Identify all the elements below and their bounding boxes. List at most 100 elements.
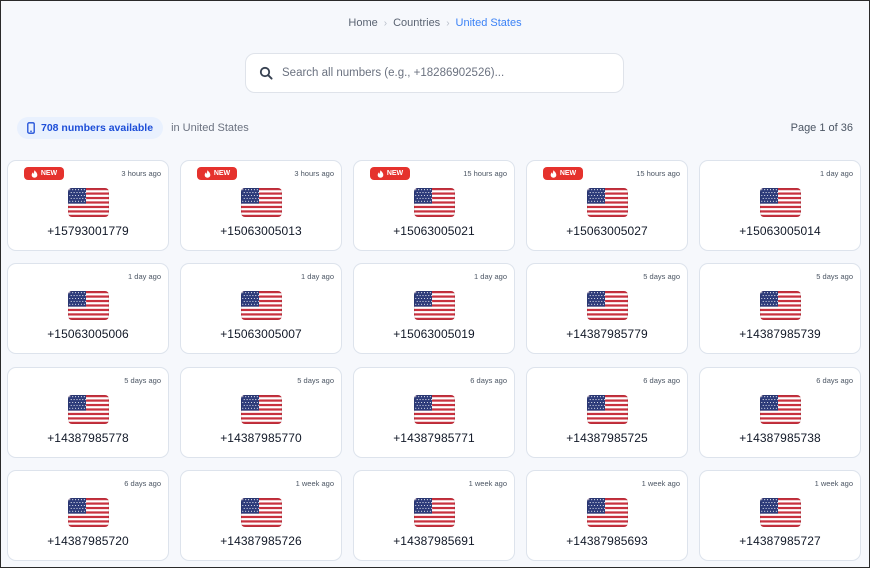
breadcrumb: Home › Countries › United States	[1, 17, 869, 29]
card-timestamp: 3 hours ago	[121, 169, 161, 178]
chevron-right-icon: ›	[383, 17, 388, 29]
phone-number: +15063005007	[220, 327, 302, 341]
card-timestamp: 5 days ago	[816, 272, 853, 281]
phone-number: +15063005006	[47, 327, 129, 341]
phone-number: +14387985726	[220, 534, 302, 548]
number-card[interactable]: 6 days ago +14387985720	[7, 470, 169, 561]
us-flag-icon	[760, 395, 801, 424]
phone-number: +14387985778	[47, 431, 129, 445]
breadcrumb-countries[interactable]: Countries	[393, 17, 440, 29]
phone-number: +15063005021	[393, 224, 475, 238]
us-flag-icon	[241, 188, 282, 217]
number-card[interactable]: 1 week ago +14387985727	[699, 470, 861, 561]
card-timestamp: 3 hours ago	[294, 169, 334, 178]
card-timestamp: 5 days ago	[643, 272, 680, 281]
card-timestamp: 6 days ago	[816, 376, 853, 385]
us-flag-icon	[68, 395, 109, 424]
number-card[interactable]: 6 days ago +14387985738	[699, 367, 861, 458]
card-timestamp: 6 days ago	[124, 479, 161, 488]
card-timestamp: 5 days ago	[297, 376, 334, 385]
number-card[interactable]: 1 day ago +15063005014	[699, 160, 861, 251]
card-timestamp: 1 day ago	[474, 272, 507, 281]
number-card[interactable]: 1 day ago +15063005007	[180, 263, 342, 354]
new-badge: NEW	[543, 167, 583, 180]
new-badge-label: NEW	[559, 170, 577, 177]
us-flag-icon	[587, 498, 628, 527]
us-flag-icon	[68, 291, 109, 320]
card-timestamp: 1 week ago	[641, 479, 680, 488]
new-badge-label: NEW	[213, 170, 231, 177]
phone-number: +14387985770	[220, 431, 302, 445]
search-icon	[259, 66, 273, 80]
numbers-count-badge: 708 numbers available	[17, 117, 164, 139]
number-card[interactable]: 5 days ago +14387985778	[7, 367, 169, 458]
fire-icon	[377, 169, 384, 178]
number-card[interactable]: 5 days ago +14387985739	[699, 263, 861, 354]
new-badge-label: NEW	[40, 170, 58, 177]
phone-icon	[27, 122, 35, 134]
phone-number: +15793001779	[47, 224, 129, 238]
phone-number: +15063005027	[566, 224, 648, 238]
number-card[interactable]: NEW 15 hours ago +15063005027	[526, 160, 688, 251]
number-card[interactable]: 6 days ago +14387985771	[353, 367, 515, 458]
number-card[interactable]: NEW 3 hours ago +15793001779	[7, 160, 169, 251]
us-flag-icon	[241, 498, 282, 527]
us-flag-icon	[587, 291, 628, 320]
phone-number: +14387985720	[47, 534, 129, 548]
fire-icon	[31, 169, 38, 178]
search-input[interactable]	[280, 66, 623, 80]
us-flag-icon	[68, 188, 109, 217]
card-timestamp: 1 week ago	[468, 479, 507, 488]
card-timestamp: 1 day ago	[128, 272, 161, 281]
card-timestamp: 6 days ago	[470, 376, 507, 385]
card-timestamp: 1 week ago	[295, 479, 334, 488]
us-flag-icon	[414, 395, 455, 424]
us-flag-icon	[241, 291, 282, 320]
number-card[interactable]: NEW 15 hours ago +15063005021	[353, 160, 515, 251]
number-card[interactable]: NEW 3 hours ago +15063005013	[180, 160, 342, 251]
search-box[interactable]	[245, 53, 624, 93]
phone-number: +15063005014	[739, 224, 821, 238]
us-flag-icon	[760, 498, 801, 527]
number-card[interactable]: 5 days ago +14387985779	[526, 263, 688, 354]
page-frame: Home › Countries › United States 708 numbers…	[0, 0, 870, 568]
number-card[interactable]: 5 days ago +14387985770	[180, 367, 342, 458]
phone-number: +14387985693	[566, 534, 648, 548]
card-timestamp: 15 hours ago	[636, 169, 680, 178]
card-timestamp: 1 week ago	[814, 479, 853, 488]
card-timestamp: 6 days ago	[643, 376, 680, 385]
numbers-count-label: 708 numbers available	[41, 122, 154, 134]
results-summary: 708 numbers available in United States P…	[17, 117, 853, 139]
phone-number: +14387985739	[739, 327, 821, 341]
breadcrumb-home[interactable]: Home	[348, 17, 377, 29]
card-timestamp: 1 day ago	[301, 272, 334, 281]
phone-number: +14387985771	[393, 431, 475, 445]
us-flag-icon	[760, 291, 801, 320]
phone-number: +14387985691	[393, 534, 475, 548]
us-flag-icon	[414, 498, 455, 527]
us-flag-icon	[587, 188, 628, 217]
phone-number: +14387985779	[566, 327, 648, 341]
number-card[interactable]: 6 days ago +14387985725	[526, 367, 688, 458]
card-timestamp: 5 days ago	[124, 376, 161, 385]
us-flag-icon	[760, 188, 801, 217]
new-badge: NEW	[24, 167, 64, 180]
number-card[interactable]: 1 week ago +14387985691	[353, 470, 515, 561]
number-card[interactable]: 1 week ago +14387985726	[180, 470, 342, 561]
number-card[interactable]: 1 day ago +15063005006	[7, 263, 169, 354]
new-badge: NEW	[197, 167, 237, 180]
new-badge-label: NEW	[386, 170, 404, 177]
us-flag-icon	[68, 498, 109, 527]
phone-number: +14387985738	[739, 431, 821, 445]
chevron-right-icon: ›	[446, 17, 450, 29]
us-flag-icon	[587, 395, 628, 424]
us-flag-icon	[414, 291, 455, 320]
fire-icon	[204, 169, 211, 178]
card-timestamp: 1 day ago	[820, 169, 853, 178]
fire-icon	[550, 169, 557, 178]
number-card[interactable]: 1 day ago +15063005019	[353, 263, 515, 354]
phone-number: +15063005013	[220, 224, 302, 238]
number-card[interactable]: 1 week ago +14387985693	[526, 470, 688, 561]
breadcrumb-current: United States	[455, 17, 522, 30]
new-badge: NEW	[370, 167, 410, 180]
